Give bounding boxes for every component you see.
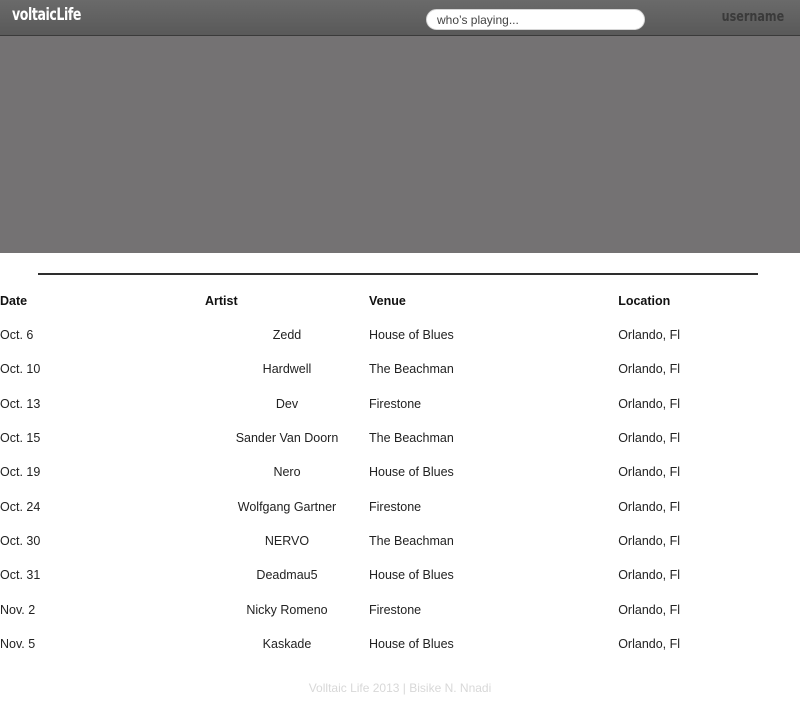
cell-venue: The Beachman xyxy=(369,533,454,548)
cell-date: Oct. 30 xyxy=(0,533,41,548)
table-body: Oct. 6 Zedd House of Blues Orlando, Fl Oct. … xyxy=(0,318,800,661)
cell-location: Orlando, Fl xyxy=(618,636,681,651)
cell-venue: House of Blues xyxy=(369,465,454,480)
table-row[interactable]: Oct. 10 Hardwell The Beachman Orlando, Fl xyxy=(0,352,800,386)
table-row[interactable]: Oct. 19 Nero House of Blues Orlando, Fl xyxy=(0,455,800,489)
cell-location: Orlando, Fl xyxy=(618,328,681,343)
cell-location: Orlando, Fl xyxy=(618,362,681,377)
table-row[interactable]: Oct. 24 Wolfgang Gartner Firestone Orlando,… xyxy=(0,489,800,523)
column-header-artist: Artist xyxy=(205,294,238,308)
cell-venue: Firestone xyxy=(369,602,422,617)
table-row[interactable]: Oct. 6 Zedd House of Blues Orlando, Fl xyxy=(0,318,800,352)
cell-venue: House of Blues xyxy=(369,568,454,583)
cell-location: Orlando, Fl xyxy=(618,533,681,548)
cell-venue: Firestone xyxy=(369,499,422,514)
site-logo[interactable]: voltaicLife xyxy=(12,5,81,25)
cell-artist: Nero xyxy=(273,465,301,480)
cell-location: Orlando, Fl xyxy=(618,602,681,617)
cell-venue: The Beachman xyxy=(369,362,454,377)
footer-credit: Volltaic Life 2013 | Bisike N. Nnadi xyxy=(308,681,492,695)
cell-date: Oct. 31 xyxy=(0,568,41,583)
cell-location: Orlando, Fl xyxy=(618,431,681,446)
cell-artist: Sander Van Doorn xyxy=(235,431,339,446)
cell-artist: Wolfgang Gartner xyxy=(237,499,337,514)
top-bar: voltaicLife username xyxy=(0,0,800,36)
search-input[interactable] xyxy=(426,9,645,30)
cell-date: Nov. 2 xyxy=(0,602,36,617)
cell-location: Orlando, Fl xyxy=(618,396,681,411)
section-divider xyxy=(38,273,758,275)
table-row[interactable]: Oct. 31 Deadmau5 House of Blues Orlando, Fl xyxy=(0,558,800,592)
cell-date: Oct. 6 xyxy=(0,328,34,343)
concert-schedule-table: Date Artist Venue Location Oct. 6 Zedd Hou… xyxy=(0,284,800,661)
cell-date: Oct. 19 xyxy=(0,465,41,480)
cell-location: Orlando, Fl xyxy=(618,465,681,480)
cell-artist: Kaskade xyxy=(262,636,312,651)
column-header-location: Location xyxy=(618,294,671,308)
table-header-row: Date Artist Venue Location xyxy=(0,284,800,318)
cell-venue: The Beachman xyxy=(369,431,454,446)
cell-date: Oct. 10 xyxy=(0,362,41,377)
cell-location: Orlando, Fl xyxy=(618,499,681,514)
table-row[interactable]: Nov. 2 Nicky Romeno Firestone Orlando, Fl xyxy=(0,592,800,626)
cell-venue: Firestone xyxy=(369,396,422,411)
hero-banner xyxy=(0,36,800,253)
cell-venue: House of Blues xyxy=(369,328,454,343)
table-row[interactable]: Oct. 15 Sander Van Doorn The Beachman Orlan… xyxy=(0,421,800,455)
table-row[interactable]: Nov. 5 Kaskade House of Blues Orlando, Fl xyxy=(0,627,800,661)
cell-artist: Dev xyxy=(275,396,299,411)
cell-location: Orlando, Fl xyxy=(618,568,681,583)
cell-date: Oct. 13 xyxy=(0,396,41,411)
table-row[interactable]: Oct. 30 NERVO The Beachman Orlando, Fl xyxy=(0,524,800,558)
cell-artist: Hardwell xyxy=(262,362,312,377)
cell-artist: Zedd xyxy=(272,328,302,343)
cell-date: Nov. 5 xyxy=(0,636,36,651)
cell-artist: Deadmau5 xyxy=(256,568,318,583)
username-link[interactable]: username xyxy=(721,9,784,25)
column-header-date: Date xyxy=(0,294,28,308)
column-header-venue: Venue xyxy=(369,294,406,308)
cell-date: Oct. 24 xyxy=(0,499,41,514)
cell-venue: House of Blues xyxy=(369,636,454,651)
cell-artist: NERVO xyxy=(264,533,310,548)
cell-artist: Nicky Romeno xyxy=(246,602,328,617)
cell-date: Oct. 15 xyxy=(0,431,41,446)
table-row[interactable]: Oct. 13 Dev Firestone Orlando, Fl xyxy=(0,387,800,421)
